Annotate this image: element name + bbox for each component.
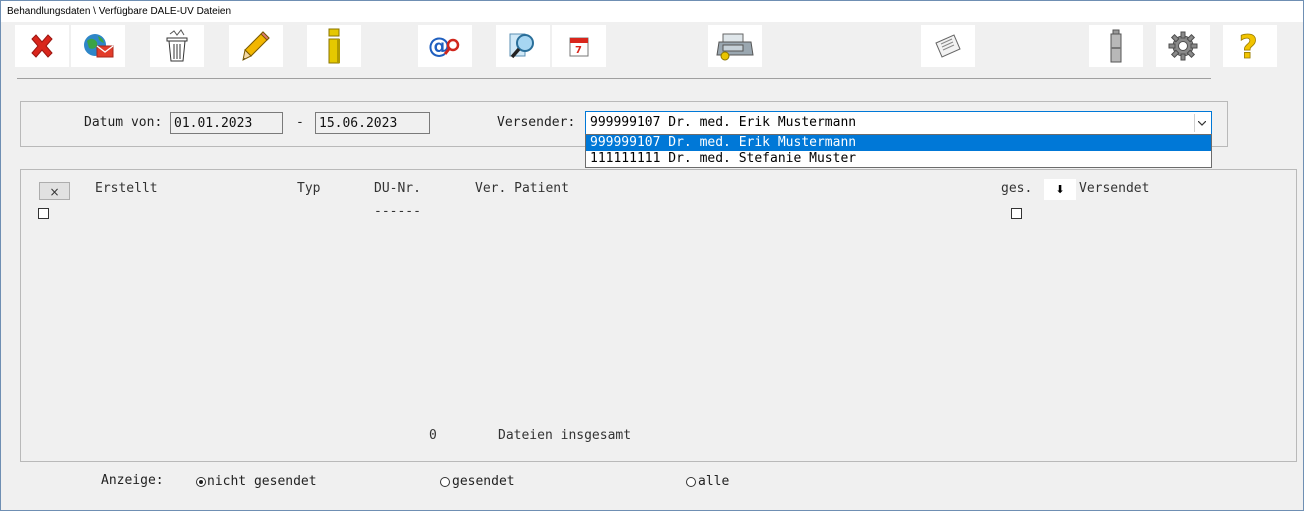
file-list-group [20,169,1297,462]
radio-gesendet[interactable] [440,477,450,487]
app-window: Behandlungsdaten \ Verfügbare DALE-UV Da… [0,0,1304,511]
radio-label-nicht-gesendet[interactable]: nicht gesendet [207,474,317,489]
column-header-ver-patient[interactable]: Ver. Patient [475,181,569,196]
date-separator: - [296,115,304,130]
sender-combobox[interactable]: 999999107 Dr. med. Erik Mustermann [585,111,1212,135]
toolbar-separator [17,78,1211,79]
file-count-label: Dateien insgesamt [498,428,632,443]
search-button[interactable] [496,25,550,67]
sort-icon[interactable]: ⬇ [1044,179,1076,200]
sender-dropdown-list: 999999107 Dr. med. Erik Mustermann 11111… [585,134,1212,168]
send-mail-button[interactable] [71,25,125,67]
envelope-icon [935,34,961,58]
letter-button[interactable] [921,25,975,67]
radio-alle[interactable] [686,477,696,487]
help-button[interactable]: ? [1223,25,1277,67]
cash-register-icon [716,33,754,61]
date-to-field[interactable]: 15.06.2023 [315,112,430,134]
file-count: 0 [429,428,437,443]
sender-label: Versender: [497,115,576,130]
search-email-button[interactable]: @ [418,25,472,67]
sender-selected-value: 999999107 Dr. med. Erik Mustermann [590,115,857,130]
date-from-field[interactable]: 01.01.2023 [170,112,283,134]
globe-mail-icon [84,34,114,58]
column-header-typ[interactable]: Typ [297,181,320,196]
column-header-du-nr[interactable]: DU-Nr. [374,181,421,196]
gear-icon [1168,31,1198,61]
battery-icon [1110,29,1122,63]
question-icon: ? [1239,29,1258,63]
delete-button[interactable] [150,25,204,67]
sender-option[interactable]: 111111111 Dr. med. Stefanie Muster [586,151,1211,167]
column-header-erstellt[interactable]: Erstellt [95,181,158,196]
chevron-down-icon[interactable] [1194,114,1209,132]
calendar-icon: 7 [569,37,589,57]
column-header-versendet[interactable]: Versendet [1079,181,1149,196]
title-bar: Behandlungsdaten \ Verfügbare DALE-UV Da… [1,1,1303,22]
cash-register-button[interactable] [708,25,762,67]
date-from-label: Datum von: [84,115,163,130]
close-button[interactable] [15,25,69,67]
window-title: Behandlungsdaten \ Verfügbare DALE-UV Da… [7,6,232,17]
settings-button[interactable] [1156,25,1210,67]
magnifier-icon [509,33,534,59]
sender-option[interactable]: 999999107 Dr. med. Erik Mustermann [586,135,1211,151]
info-i-icon [328,28,340,64]
edit-button[interactable] [229,25,283,67]
column-header-ges[interactable]: ges. [1001,181,1032,196]
pencil-icon [242,31,270,61]
radio-nicht-gesendet[interactable] [196,477,206,487]
du-nr-placeholder: ------ [374,204,421,219]
svg-text:@: @ [428,34,450,59]
display-label: Anzeige: [101,473,164,488]
select-all-checkbox[interactable] [38,208,49,219]
radio-label-alle[interactable]: alle [698,474,729,489]
ges-checkbox[interactable] [1011,208,1022,219]
clear-selection-button[interactable]: × [39,182,70,200]
radio-label-gesendet[interactable]: gesendet [452,474,515,489]
svg-text:7: 7 [575,45,582,56]
battery-button[interactable] [1089,25,1143,67]
calendar-button[interactable]: 7 [552,25,606,67]
at-search-icon: @ [428,34,460,59]
trash-can-icon [166,29,188,62]
info-button[interactable] [307,25,361,67]
red-x-icon [31,34,53,58]
svg-text:?: ? [1239,29,1258,63]
